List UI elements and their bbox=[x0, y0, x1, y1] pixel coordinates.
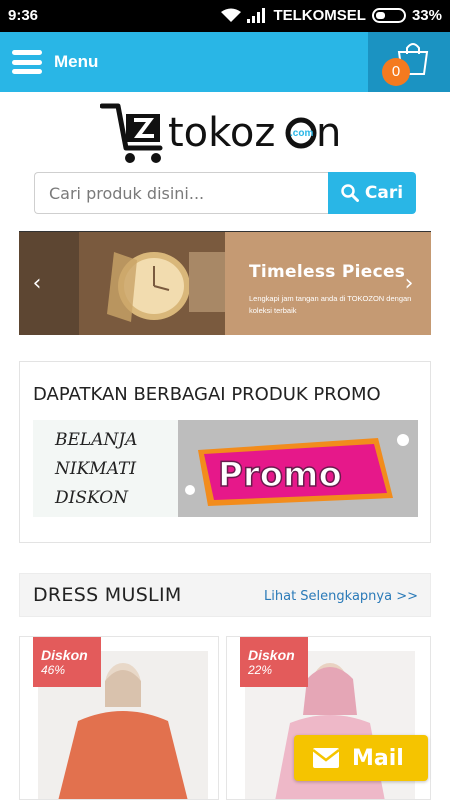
status-bar: 9:36 TELKOMSEL 33% bbox=[0, 0, 450, 32]
mail-label: Mail bbox=[352, 745, 404, 771]
search-input[interactable] bbox=[34, 172, 328, 214]
banner-watch-image bbox=[19, 232, 225, 335]
banner-slider[interactable]: Timeless Pieces Lengkapi jam tangan anda… bbox=[19, 231, 431, 335]
carrier-name: TELKOMSEL bbox=[273, 7, 366, 24]
mail-button[interactable]: Mail bbox=[294, 735, 428, 781]
discount-value: 22% bbox=[248, 663, 273, 677]
section-title: DRESS MUSLIM bbox=[33, 584, 182, 606]
promo-image: Promo bbox=[178, 420, 418, 517]
product-card[interactable]: Diskon 46% bbox=[19, 636, 219, 800]
app-bar: Menu 0 bbox=[0, 32, 450, 92]
discount-label: Diskon bbox=[248, 647, 295, 663]
discount-value: 46% bbox=[41, 663, 66, 677]
logo-suffix: .com bbox=[290, 128, 313, 139]
discount-badge: Diskon 22% bbox=[240, 637, 308, 687]
chevron-right-icon[interactable]: › bbox=[397, 270, 421, 298]
menu-label: Menu bbox=[54, 52, 99, 71]
section-header: DRESS MUSLIM Lihat Selengkapnya >> bbox=[19, 573, 431, 617]
menu-button[interactable]: Menu bbox=[12, 46, 98, 78]
banner-subtitle: Lengkapi jam tangan anda di TOKOZON deng… bbox=[249, 294, 412, 315]
promo-line-2: NIKMATI bbox=[55, 459, 137, 479]
chevron-left-icon[interactable]: ‹ bbox=[25, 270, 49, 298]
tokozon-logo[interactable]: tokoz n .com bbox=[99, 98, 350, 168]
see-more-link[interactable]: Lihat Selengkapnya >> bbox=[264, 589, 418, 604]
promo-tagline-panel: BELANJA NIKMATI DISKON bbox=[33, 420, 178, 517]
promo-badge-text: Promo bbox=[218, 455, 342, 495]
search-button[interactable]: Cari bbox=[328, 172, 416, 214]
search-button-label: Cari bbox=[364, 183, 404, 203]
status-right: TELKOMSEL 33% bbox=[221, 7, 442, 24]
discount-badge: Diskon 46% bbox=[33, 637, 101, 687]
battery-icon bbox=[371, 8, 406, 23]
logo-wordmark: tokoz bbox=[168, 110, 275, 156]
signal-icon bbox=[247, 8, 266, 23]
promo-title: DAPATKAN BERBAGAI PRODUK PROMO bbox=[33, 384, 381, 405]
search-icon bbox=[341, 184, 359, 202]
cart-count-badge: 0 bbox=[382, 58, 410, 86]
envelope-icon bbox=[312, 748, 340, 768]
banner-title: Timeless Pieces bbox=[249, 262, 406, 282]
svg-text:n: n bbox=[316, 110, 341, 156]
cart-button[interactable]: 0 bbox=[368, 32, 450, 92]
wifi-icon bbox=[221, 8, 242, 22]
promo-card[interactable]: DAPATKAN BERBAGAI PRODUK PROMO BELANJA N… bbox=[19, 361, 431, 543]
status-time: 9:36 bbox=[8, 7, 39, 24]
search-bar: Cari bbox=[34, 172, 416, 214]
hamburger-icon bbox=[12, 50, 42, 74]
promo-line-3: DISKON bbox=[55, 488, 129, 508]
battery-level: 33% bbox=[411, 7, 442, 24]
promo-line-1: BELANJA bbox=[55, 430, 138, 450]
discount-label: Diskon bbox=[41, 647, 88, 663]
